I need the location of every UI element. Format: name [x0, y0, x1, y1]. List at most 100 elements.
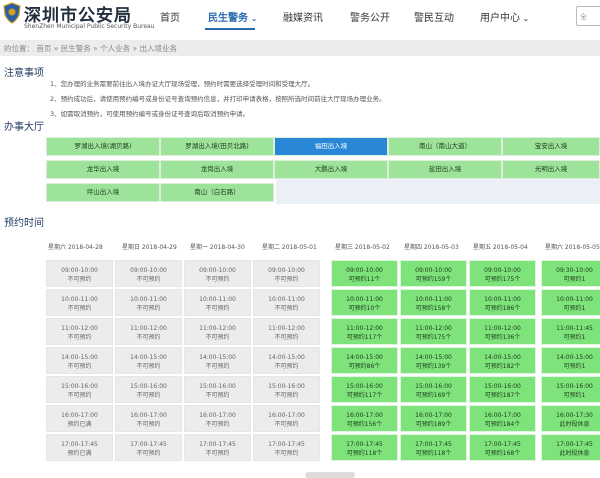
time-slot[interactable]: 10:00-11:00 不可预约 [253, 289, 320, 316]
time-slot[interactable]: 17:00-17:45 预约已满 [46, 434, 113, 461]
nav-police-public[interactable]: 警务公开 [350, 9, 390, 24]
nav-user-center[interactable]: 用户中心 ⌄ [480, 9, 529, 24]
time-slot-time: 17:00-17:45 [484, 441, 521, 448]
time-slot-status: 可预约175个 [484, 276, 521, 283]
time-slot[interactable]: 14:00-15:00 不可预约 [184, 347, 251, 374]
time-slot[interactable]: 16:00-17:00 可预约156个 [331, 405, 398, 432]
time-slot[interactable]: 15:00-16:00 不可预约 [46, 376, 113, 403]
time-slot[interactable]: 16:00-17:30 此时段休息 [541, 405, 600, 432]
time-slot[interactable]: 15:00-16:00 可预约169个 [400, 376, 467, 403]
time-slot[interactable]: 10:00-11:00 不可预约 [115, 289, 182, 316]
time-slot[interactable]: 09:30-10:00 可预约1 [541, 260, 600, 287]
time-slot[interactable]: 17:00-17:45 此时段休息 [541, 434, 600, 461]
time-slot[interactable]: 14:00-15:00 可预约182个 [469, 347, 536, 374]
time-slot-status: 不可预约 [136, 305, 161, 312]
time-slot[interactable]: 09:00-10:00 不可预约 [184, 260, 251, 287]
time-slot[interactable]: 17:00-17:45 不可预约 [253, 434, 320, 461]
nav-media-news[interactable]: 融媒资讯 [283, 9, 323, 24]
search-input[interactable]: 全 [576, 6, 600, 26]
time-slot[interactable]: 11:00-12:00 不可预约 [115, 318, 182, 345]
time-slot[interactable]: 11:00-12:00 可预约117个 [331, 318, 398, 345]
time-slot[interactable]: 09:00-10:00 不可预约 [115, 260, 182, 287]
hall-futian[interactable]: 福田出入境 [274, 137, 388, 156]
time-slot[interactable]: 17:00-17:45 可预约118个 [400, 434, 467, 461]
time-slot-status: 不可预约 [67, 276, 92, 283]
time-slot[interactable]: 17:00-17:45 可预约118个 [331, 434, 398, 461]
hall-pingshan[interactable]: 坪山出入境 [46, 183, 160, 202]
time-slot-time: 14:00-15:00 [415, 354, 452, 361]
time-slot[interactable]: 09:00-10:00 不可预约 [46, 260, 113, 287]
time-slot[interactable]: 15:00-16:00 可预约1 [541, 376, 600, 403]
time-slot[interactable]: 11:00-12:00 不可预约 [46, 318, 113, 345]
time-slot-time: 16:00-17:30 [556, 412, 593, 419]
time-slot[interactable]: 09:00-10:00 可预约175个 [469, 260, 536, 287]
time-slot[interactable]: 15:00-16:00 可预约117个 [331, 376, 398, 403]
time-slot[interactable]: 11:00-12:00 可预约175个 [400, 318, 467, 345]
time-slot[interactable]: 14:00-15:00 不可预约 [115, 347, 182, 374]
time-slot[interactable]: 11:00-11:45 可预约1 [541, 318, 600, 345]
time-slot-time: 16:00-17:00 [346, 412, 383, 419]
time-slot[interactable]: 10:00-11:00 不可预约 [46, 289, 113, 316]
time-slot[interactable]: 11:00-12:00 可预约136个 [469, 318, 536, 345]
police-badge-icon[interactable] [2, 2, 22, 24]
time-slot[interactable]: 10:00-11:00 可预约186个 [469, 289, 536, 316]
time-slot-status: 不可预约 [136, 392, 161, 399]
hall-longgang[interactable]: 龙岗出入境 [160, 160, 274, 179]
time-slot[interactable]: 16:00-17:00 可预约189个 [400, 405, 467, 432]
hall-baoan[interactable]: 宝安出入境 [502, 137, 600, 156]
time-slot[interactable]: 15:00-16:00 可预约187个 [469, 376, 536, 403]
time-slot-status: 不可预约 [136, 421, 161, 428]
time-slot[interactable]: 09:00-10:00 不可预约 [253, 260, 320, 287]
time-slot[interactable]: 17:00-17:45 可预约168个 [469, 434, 536, 461]
time-slot-status: 可预约118个 [415, 450, 452, 457]
time-slot[interactable]: 16:00-17:00 不可预约 [115, 405, 182, 432]
hall-longhua[interactable]: 龙华出入境 [46, 160, 160, 179]
time-slot[interactable]: 14:00-15:00 可预约86个 [331, 347, 398, 374]
hall-guangming[interactable]: 光明出入境 [502, 160, 600, 179]
nav-livelihood-policing[interactable]: 民生警务 ⌄ [208, 9, 258, 24]
time-slot-time: 11:00-11:45 [556, 325, 593, 332]
time-slot-status: 可预约187个 [484, 392, 521, 399]
time-slot-time: 14:00-15:00 [556, 354, 593, 361]
time-slot[interactable]: 16:00-17:00 不可预约 [184, 405, 251, 432]
time-slot[interactable]: 10:00-11:00 不可预约 [184, 289, 251, 316]
time-slot[interactable]: 15:00-16:00 不可预约 [184, 376, 251, 403]
time-slot[interactable]: 09:00-10:00 可预约11个 [331, 260, 398, 287]
time-slot-time: 17:00-17:45 [346, 441, 383, 448]
hall-yantian[interactable]: 盐田出入境 [388, 160, 502, 179]
hall-nanshan-dadao[interactable]: 南山（南山大道） [388, 137, 502, 156]
hall-nanshan-baishi[interactable]: 南山（白石路） [160, 183, 274, 202]
time-slot[interactable]: 16:00-17:00 预约已满 [46, 405, 113, 432]
time-slot[interactable]: 11:00-12:00 不可预约 [253, 318, 320, 345]
time-slot[interactable]: 09:00-10:00 可预约159个 [400, 260, 467, 287]
time-slot[interactable]: 14:00-15:00 不可预约 [46, 347, 113, 374]
time-slot-time: 11:00-12:00 [199, 325, 236, 332]
time-slot[interactable]: 14:00-15:00 可预约139个 [400, 347, 467, 374]
hall-luohu-hubei[interactable]: 罗湖出入境(湖贝路) [46, 137, 160, 156]
time-slot[interactable]: 17:00-17:45 不可预约 [184, 434, 251, 461]
time-slot[interactable]: 16:00-17:00 可预约184个 [469, 405, 536, 432]
time-slot[interactable]: 10:00-11:00 可预约1 [541, 289, 600, 316]
schedule-title: 预约时间 [4, 218, 44, 229]
time-slot[interactable]: 14:00-15:00 不可预约 [253, 347, 320, 374]
time-slot[interactable]: 14:00-15:00 可预约1 [541, 347, 600, 374]
time-slot[interactable]: 16:00-17:00 不可预约 [253, 405, 320, 432]
scrollbar-thumb[interactable] [305, 472, 355, 478]
time-slot-status: 此时段休息 [559, 450, 590, 457]
time-slot-time: 15:00-16:00 [268, 383, 305, 390]
time-slot-status: 可预约175个 [415, 334, 452, 341]
notice-item: 3、如需取消预约，可使用预约编号或身份证号查询后取消预约申请。 [50, 110, 250, 118]
hall-dapeng[interactable]: 大鹏出入境 [274, 160, 388, 179]
time-slot[interactable]: 10:00-11:00 可预约10个 [331, 289, 398, 316]
nav-home[interactable]: 首页 [160, 9, 180, 24]
time-slot[interactable]: 17:00-17:45 不可预约 [115, 434, 182, 461]
time-slot[interactable]: 15:00-16:00 不可预约 [253, 376, 320, 403]
time-slot-status: 不可预约 [274, 363, 299, 370]
time-slot[interactable]: 11:00-12:00 不可预约 [184, 318, 251, 345]
nav-police-interaction[interactable]: 警民互动 [414, 9, 454, 24]
day-header: 星期三 2018-05-02 [335, 244, 390, 251]
time-slot-status: 不可预约 [67, 392, 92, 399]
time-slot[interactable]: 15:00-16:00 不可预约 [115, 376, 182, 403]
time-slot[interactable]: 10:00-11:00 可预约158个 [400, 289, 467, 316]
hall-luohu-tianbei[interactable]: 罗湖出入境(田贝北路) [160, 137, 274, 156]
